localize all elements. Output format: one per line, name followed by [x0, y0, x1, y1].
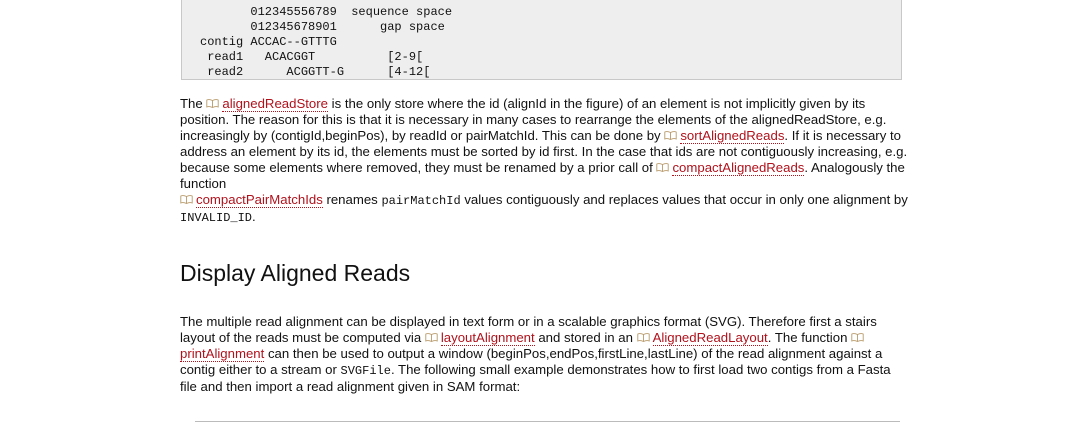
link-compactAlignedReads[interactable]: compactAlignedReads — [672, 160, 805, 176]
code-line: 012345678901 gap space — [200, 20, 445, 34]
book-icon — [425, 333, 438, 342]
link-AlignedReadLayout[interactable]: AlignedReadLayout — [652, 330, 768, 346]
text: values contiguously and replaces values … — [460, 192, 908, 207]
book-icon — [206, 99, 220, 108]
text: and stored in an — [534, 330, 637, 345]
paragraph-display-aligned-reads: The multiple read alignment can be displ… — [180, 314, 910, 395]
book-icon — [636, 333, 650, 342]
inline-code: pairMatchId — [381, 194, 461, 208]
inline-code: SVGFile — [340, 364, 391, 378]
book-icon — [664, 131, 677, 140]
link-printAlignment[interactable]: printAlignment — [180, 346, 265, 362]
paragraph-aligned-read-store: The alignedReadStore is the only store w… — [180, 96, 910, 226]
code-line: 012345556789 sequence space — [200, 5, 453, 19]
text: renames — [322, 192, 382, 207]
code-block-top-border — [195, 421, 900, 422]
inline-code: INVALID_ID — [180, 211, 253, 225]
book-icon — [180, 195, 193, 204]
link-layoutAlignment[interactable]: layoutAlignment — [440, 330, 535, 346]
section-heading: Display Aligned Reads — [180, 260, 411, 286]
code-text: 012345556789 sequence space 012345678901… — [200, 5, 452, 80]
link-compactPairMatchIds[interactable]: compactPairMatchIds — [196, 192, 323, 208]
book-icon — [851, 333, 864, 342]
code-line: read1 ACACGGT [2-9[ — [200, 50, 424, 64]
link-alignedReadStore[interactable]: alignedReadStore — [222, 96, 328, 112]
text: . — [252, 209, 256, 224]
code-block: 012345556789 sequence space 012345678901… — [181, 0, 902, 80]
code-line: contig ACCAC--GTTTG — [200, 35, 337, 49]
code-line: read2 ACGGTT-G [4-12[ — [200, 65, 431, 79]
book-icon — [656, 163, 670, 172]
link-sortAlignedReads[interactable]: sortAlignedReads — [680, 128, 785, 144]
text: . The function — [767, 330, 852, 345]
text: The — [180, 96, 207, 111]
